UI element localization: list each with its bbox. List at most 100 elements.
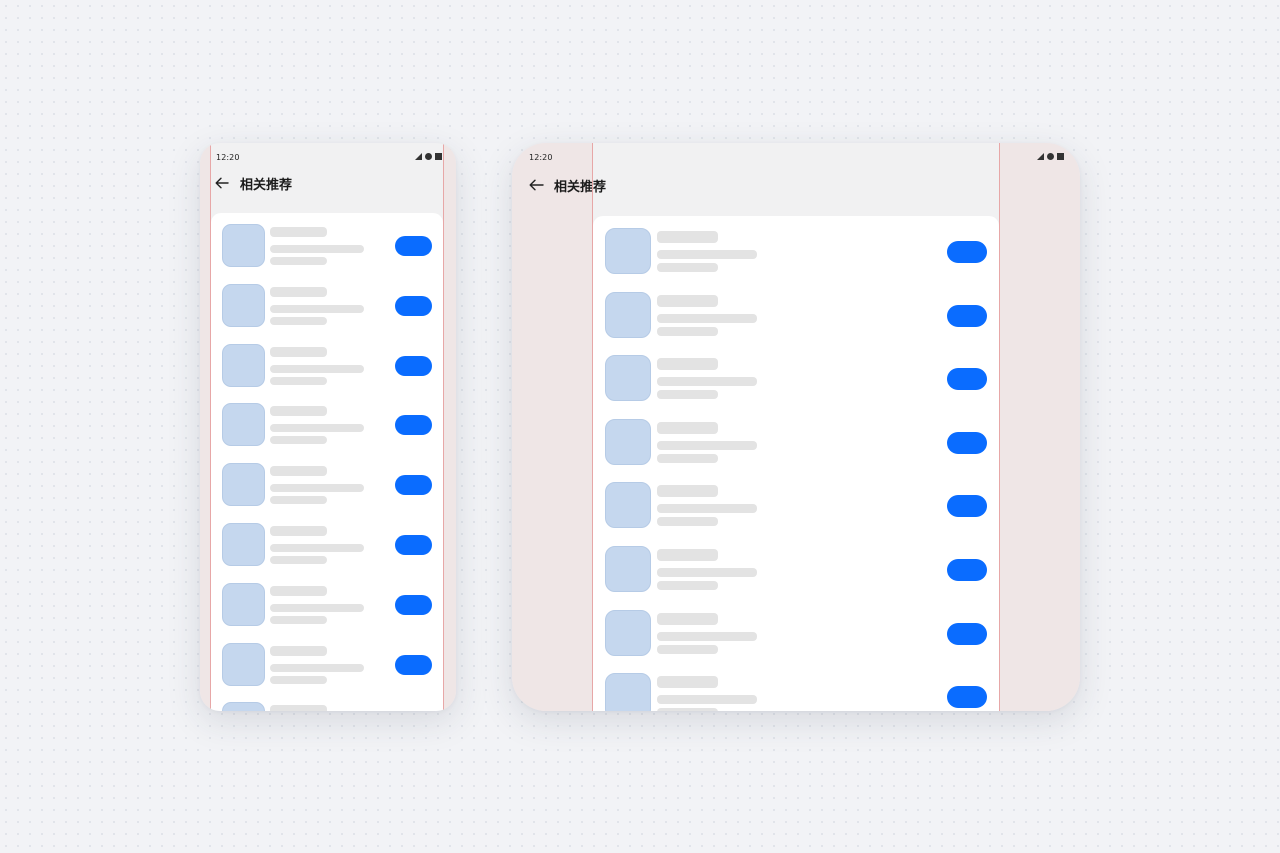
app-meta-placeholder: [657, 517, 718, 527]
get-button[interactable]: [947, 495, 987, 518]
cellular-signal-icon: [415, 153, 422, 160]
get-button[interactable]: [395, 295, 432, 316]
app-meta-placeholder: [657, 644, 718, 654]
get-button[interactable]: [947, 559, 987, 581]
list-item[interactable]: [211, 523, 443, 570]
app-name-placeholder: [657, 358, 718, 371]
app-icon-placeholder: [222, 702, 265, 711]
get-button[interactable]: [947, 622, 987, 645]
get-button[interactable]: [395, 415, 432, 436]
app-description-placeholder: [270, 304, 364, 313]
list-item[interactable]: [593, 418, 999, 469]
app-name-placeholder: [270, 705, 327, 711]
status-dot-icon: [1047, 153, 1054, 160]
app-icon-placeholder: [605, 609, 651, 656]
app-meta-placeholder: [270, 257, 327, 265]
app-description-placeholder: [657, 313, 757, 323]
list-item[interactable]: [211, 582, 443, 630]
list-item[interactable]: [211, 283, 443, 331]
list-item[interactable]: [211, 343, 443, 391]
get-button[interactable]: [947, 431, 987, 454]
app-icon-placeholder: [605, 418, 651, 465]
battery-icon: [1057, 153, 1064, 160]
list-item[interactable]: [593, 482, 999, 532]
battery-icon: [435, 153, 442, 160]
app-icon-placeholder: [222, 343, 265, 387]
app-name-placeholder: [270, 286, 327, 297]
app-description-placeholder: [270, 603, 364, 612]
app-icon-placeholder: [222, 582, 265, 626]
list-item[interactable]: [211, 642, 443, 690]
status-bar: 12:20: [216, 143, 442, 169]
app-meta-placeholder: [657, 581, 718, 590]
app-meta-placeholder: [270, 556, 327, 564]
list-item[interactable]: [211, 224, 443, 271]
app-meta-placeholder: [270, 436, 327, 445]
get-button[interactable]: [947, 368, 987, 391]
app-meta-placeholder: [270, 675, 327, 684]
app-name-placeholder: [270, 466, 327, 477]
list-item[interactable]: [593, 609, 999, 660]
app-description-placeholder: [657, 504, 757, 514]
app-name-placeholder: [270, 526, 327, 536]
list-item[interactable]: [593, 291, 999, 342]
cellular-signal-icon: [1037, 153, 1044, 160]
app-icon-placeholder: [605, 546, 651, 592]
title-bar: 相关推荐: [528, 173, 606, 197]
get-button[interactable]: [395, 594, 432, 615]
list-item[interactable]: [211, 403, 443, 450]
app-meta-placeholder: [657, 708, 718, 711]
list-item[interactable]: [593, 355, 999, 405]
get-button[interactable]: [395, 654, 432, 675]
app-name-placeholder: [657, 294, 718, 307]
status-time: 12:20: [529, 153, 553, 162]
get-button[interactable]: [947, 241, 987, 263]
title-bar: 相关推荐: [214, 171, 292, 195]
app-description-placeholder: [657, 440, 757, 450]
list-item[interactable]: [593, 673, 999, 711]
app-icon-placeholder: [605, 228, 651, 274]
app-name-placeholder: [270, 406, 327, 417]
app-icon-placeholder: [222, 224, 265, 267]
left-guide-line: [210, 143, 211, 711]
status-dot-icon: [425, 153, 432, 160]
get-button[interactable]: [395, 355, 432, 376]
arrow-left-icon[interactable]: [214, 175, 230, 191]
left-margin-band: [200, 143, 210, 711]
get-button[interactable]: [395, 236, 432, 256]
app-name-placeholder: [270, 227, 327, 237]
app-description-placeholder: [657, 631, 757, 641]
app-description-placeholder: [270, 364, 364, 373]
get-button[interactable]: [947, 304, 987, 327]
list-item[interactable]: [593, 546, 999, 596]
app-name-placeholder: [657, 676, 718, 689]
app-meta-placeholder: [657, 390, 718, 400]
app-name-placeholder: [270, 346, 327, 357]
get-button[interactable]: [395, 535, 432, 555]
right-margin-band: [444, 143, 456, 711]
app-icon-placeholder: [605, 291, 651, 338]
list-item[interactable]: [211, 702, 443, 711]
right-guide-line: [999, 143, 1000, 711]
app-icon-placeholder: [605, 673, 651, 711]
list-item[interactable]: [593, 228, 999, 278]
app-icon-placeholder: [605, 482, 651, 529]
app-icon-placeholder: [222, 523, 265, 566]
list-item[interactable]: [211, 463, 443, 510]
status-icons: [1037, 153, 1064, 160]
left-margin-band: [512, 143, 592, 711]
app-description-placeholder: [657, 250, 757, 259]
recommendation-list: [593, 216, 999, 711]
app-meta-placeholder: [270, 615, 327, 624]
app-description-placeholder: [270, 424, 364, 433]
app-meta-placeholder: [270, 316, 327, 325]
app-name-placeholder: [270, 645, 327, 656]
get-button[interactable]: [947, 686, 987, 709]
status-icons: [415, 153, 442, 160]
get-button[interactable]: [395, 475, 432, 496]
app-name-placeholder: [657, 485, 718, 498]
app-icon-placeholder: [222, 463, 265, 507]
arrow-left-icon[interactable]: [528, 177, 544, 193]
app-name-placeholder: [657, 421, 718, 434]
app-name-placeholder: [657, 612, 718, 625]
